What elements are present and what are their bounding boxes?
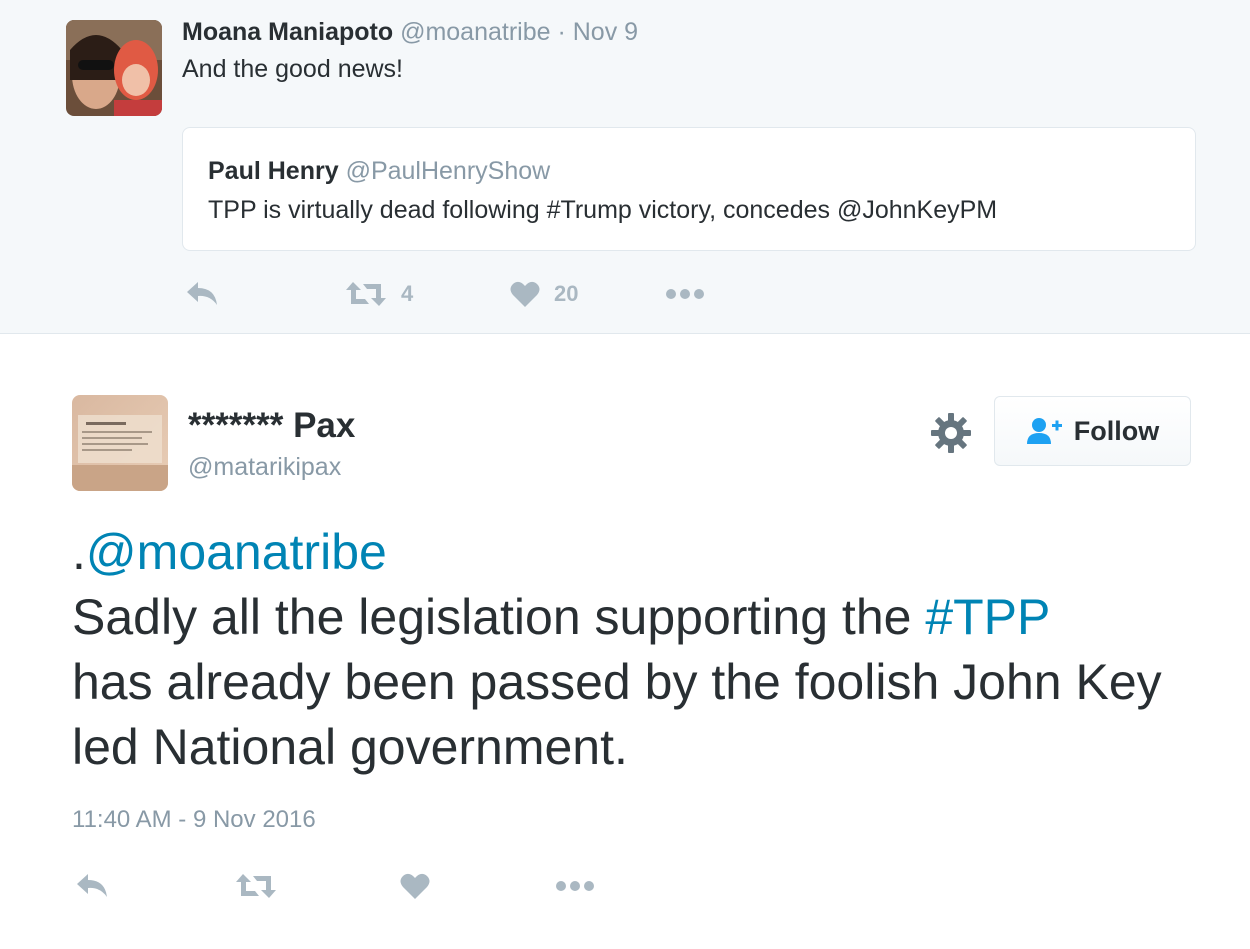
more-icon — [666, 289, 704, 299]
text-part-1: Sadly all the legislation supporting the — [72, 589, 926, 645]
parent-tweet-header: Moana Maniapoto @moanatribe · Nov 9 — [182, 18, 638, 47]
main-tweet-text: .@moanatribe Sadly all the legislation su… — [72, 520, 1192, 780]
parent-author-handle[interactable]: @moanatribe — [400, 18, 550, 46]
parent-retweet-count: 4 — [401, 281, 414, 306]
add-user-icon — [1026, 418, 1062, 444]
reply-icon — [187, 282, 217, 305]
main-author-name[interactable]: ******* Pax — [188, 406, 355, 446]
tweet-timestamp[interactable]: 11:40 AM - 9 Nov 2016 — [72, 806, 316, 834]
header-separator: · — [557, 18, 566, 46]
reply-button[interactable] — [75, 871, 109, 901]
parent-author-name[interactable]: Moana Maniapoto — [182, 18, 393, 46]
more-button[interactable] — [555, 879, 595, 893]
follow-label: Follow — [1073, 415, 1160, 446]
parent-retweet-button[interactable]: 4 — [345, 280, 413, 308]
reply-icon — [77, 874, 107, 897]
retweet-icon — [236, 874, 276, 898]
quoted-tweet[interactable]: Paul Henry @PaulHenryShow TPP is virtual… — [182, 127, 1196, 251]
heart-icon — [510, 281, 540, 307]
heart-icon — [400, 873, 430, 899]
mention-link[interactable]: @moanatribe — [86, 524, 387, 580]
parent-author-avatar[interactable] — [66, 20, 162, 116]
parent-like-count: 20 — [554, 281, 579, 306]
main-author-avatar[interactable] — [72, 395, 168, 491]
main-author-handle[interactable]: @matarikipax — [188, 453, 341, 482]
retweet-button[interactable] — [235, 872, 277, 900]
like-button[interactable] — [400, 872, 430, 900]
parent-tweet[interactable]: Moana Maniapoto @moanatribe · Nov 9 And … — [0, 0, 1250, 334]
quoted-tweet-text: TPP is virtually dead following #Trump v… — [208, 196, 998, 224]
quoted-tweet-header: Paul Henry @PaulHenryShow — [208, 157, 550, 186]
parent-more-button[interactable] — [665, 287, 705, 301]
parent-tweet-text: And the good news! — [182, 55, 403, 83]
text-prefix: . — [72, 524, 86, 580]
settings-button[interactable] — [929, 411, 973, 455]
quoted-author-name: Paul Henry — [208, 157, 339, 185]
quoted-author-handle: @PaulHenryShow — [345, 157, 551, 185]
more-icon — [556, 881, 594, 891]
hashtag-link[interactable]: #TPP — [925, 589, 1050, 645]
parent-like-button[interactable]: 20 — [510, 280, 578, 308]
text-part-2: has already been passed by the foolish J… — [72, 654, 1162, 775]
parent-reply-button[interactable] — [185, 279, 219, 309]
follow-button[interactable]: Follow — [994, 396, 1191, 466]
retweet-icon — [346, 282, 386, 306]
parent-tweet-date[interactable]: Nov 9 — [573, 18, 638, 46]
gear-icon — [931, 413, 971, 453]
